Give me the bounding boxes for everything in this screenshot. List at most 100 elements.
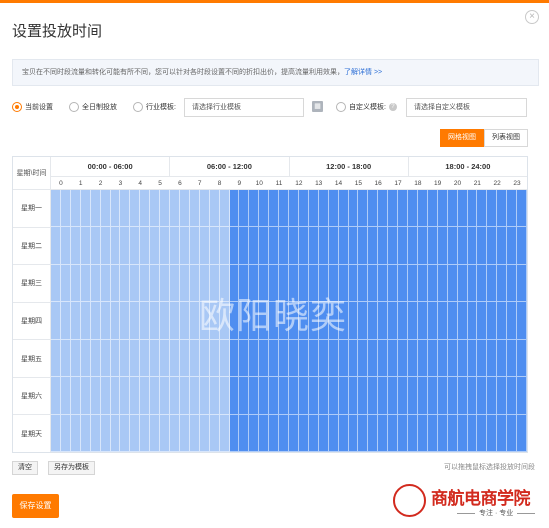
time-slot-cell[interactable] (160, 302, 170, 340)
option-industry-template[interactable]: 行业模板: (133, 102, 176, 112)
time-slot-cell[interactable] (289, 302, 299, 340)
time-slot-cell[interactable] (507, 190, 518, 228)
time-slot-cell[interactable] (289, 264, 299, 303)
time-slot-cell[interactable] (388, 190, 399, 228)
time-slot-cell[interactable] (427, 190, 438, 228)
time-slot-cell[interactable] (209, 414, 220, 452)
time-slot-cell[interactable] (199, 414, 210, 452)
time-slot-cell[interactable] (90, 377, 101, 415)
time-slot-cell[interactable] (289, 339, 299, 378)
time-slot-cell[interactable] (179, 414, 190, 452)
time-slot-cell[interactable] (318, 264, 329, 303)
time-slot-cell[interactable] (497, 190, 508, 228)
time-slot-cell[interactable] (497, 227, 508, 265)
time-slot-cell[interactable] (100, 414, 111, 452)
time-slot-cell[interactable] (120, 190, 131, 228)
time-slot-cell[interactable] (160, 414, 170, 452)
time-slot-cell[interactable] (140, 377, 151, 415)
time-slot-cell[interactable] (51, 377, 61, 415)
time-slot-cell[interactable] (150, 190, 161, 228)
time-slot-cell[interactable] (110, 227, 121, 265)
time-slot-cell[interactable] (60, 414, 71, 452)
time-slot-cell[interactable] (358, 264, 369, 303)
time-slot-cell[interactable] (259, 377, 270, 415)
time-slot-cell[interactable] (199, 264, 210, 303)
time-slot-cell[interactable] (398, 190, 408, 228)
time-slot-cell[interactable] (517, 264, 527, 303)
time-slot-cell[interactable] (209, 339, 220, 378)
calculator-icon[interactable]: ▦ (312, 101, 323, 112)
time-slot-cell[interactable] (140, 414, 151, 452)
radio-all-day[interactable] (69, 102, 79, 112)
time-slot-cell[interactable] (417, 264, 428, 303)
time-slot-cell[interactable] (487, 414, 498, 452)
time-slot-cell[interactable] (328, 264, 339, 303)
time-slot-cell[interactable] (130, 227, 141, 265)
time-slot-cell[interactable] (120, 339, 131, 378)
time-slot-cell[interactable] (229, 190, 240, 228)
time-slot-cell[interactable] (388, 377, 399, 415)
time-slot-cell[interactable] (179, 190, 190, 228)
time-slot-cell[interactable] (259, 302, 270, 340)
time-slot-cell[interactable] (150, 414, 161, 452)
time-slot-cell[interactable] (249, 414, 260, 452)
time-slot-cell[interactable] (467, 339, 478, 378)
time-slot-cell[interactable] (60, 377, 71, 415)
time-slot-cell[interactable] (130, 302, 141, 340)
time-slot-cell[interactable] (269, 339, 280, 378)
time-slot-cell[interactable] (160, 377, 170, 415)
time-slot-cell[interactable] (179, 377, 190, 415)
time-slot-cell[interactable] (477, 414, 488, 452)
time-slot-cell[interactable] (378, 377, 389, 415)
time-slot-cell[interactable] (209, 227, 220, 265)
time-slot-cell[interactable] (328, 190, 339, 228)
time-slot-cell[interactable] (298, 190, 309, 228)
time-slot-cell[interactable] (289, 227, 299, 265)
time-slot-cell[interactable] (239, 339, 250, 378)
time-slot-cell[interactable] (130, 190, 141, 228)
time-slot-cell[interactable] (318, 414, 329, 452)
time-slot-cell[interactable] (279, 339, 289, 378)
time-slot-cell[interactable] (507, 377, 518, 415)
time-slot-cell[interactable] (358, 339, 369, 378)
time-slot-cell[interactable] (51, 190, 61, 228)
time-slot-cell[interactable] (229, 264, 240, 303)
time-slot-cell[interactable] (170, 190, 180, 228)
time-slot-cell[interactable] (477, 264, 488, 303)
time-slot-cell[interactable] (289, 377, 299, 415)
time-slot-cell[interactable] (368, 190, 379, 228)
time-slot-cell[interactable] (110, 377, 121, 415)
time-slot-cell[interactable] (298, 302, 309, 340)
time-slot-cell[interactable] (328, 414, 339, 452)
time-slot-cell[interactable] (269, 377, 280, 415)
time-slot-cell[interactable] (408, 227, 418, 265)
time-slot-cell[interactable] (447, 339, 458, 378)
time-slot-cell[interactable] (279, 302, 289, 340)
time-slot-cell[interactable] (348, 227, 359, 265)
time-slot-cell[interactable] (467, 414, 478, 452)
time-slot-cell[interactable] (140, 190, 151, 228)
time-slot-cell[interactable] (80, 264, 91, 303)
time-slot-cell[interactable] (60, 339, 71, 378)
time-slot-cell[interactable] (219, 339, 230, 378)
time-slot-cell[interactable] (110, 414, 121, 452)
time-slot-cell[interactable] (70, 190, 81, 228)
time-slot-cell[interactable] (417, 339, 428, 378)
time-slot-cell[interactable] (398, 377, 408, 415)
time-slot-cell[interactable] (279, 264, 289, 303)
time-slot-cell[interactable] (130, 264, 141, 303)
time-slot-cell[interactable] (308, 377, 319, 415)
time-slot-cell[interactable] (487, 190, 498, 228)
time-slot-cell[interactable] (239, 414, 250, 452)
time-slot-cell[interactable] (497, 414, 508, 452)
time-slot-cell[interactable] (447, 414, 458, 452)
option-custom-template[interactable]: 自定义模板: ? (336, 102, 397, 112)
time-slot-cell[interactable] (348, 414, 359, 452)
time-slot-cell[interactable] (417, 414, 428, 452)
tab-grid-view[interactable]: 网格视图 (440, 129, 484, 147)
industry-template-select[interactable]: 请选择行业模板 (184, 98, 304, 117)
time-slot-cell[interactable] (229, 227, 240, 265)
time-slot-cell[interactable] (110, 264, 121, 303)
time-slot-cell[interactable] (437, 414, 448, 452)
time-slot-cell[interactable] (298, 377, 309, 415)
